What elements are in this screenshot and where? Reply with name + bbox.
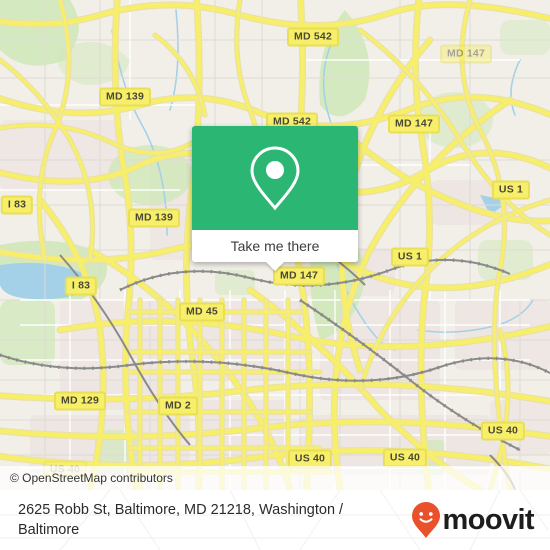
- road-shield: MD 45: [179, 302, 225, 322]
- road-shield: US 1: [390, 247, 430, 267]
- road-shield: US 40: [480, 421, 526, 441]
- road-shield: MD 139: [128, 208, 180, 228]
- moovit-smiley-pin-icon: [411, 502, 440, 538]
- road-shield: I 83: [0, 195, 34, 215]
- map-screenshot: .rd { stroke:#f7ef6a; stroke-linecap:rou…: [0, 0, 550, 550]
- road-shield: MD 147: [388, 114, 440, 134]
- address-label: 2625 Robb St, Baltimore, MD 21218, Washi…: [18, 502, 344, 538]
- road-shield: I 83: [64, 276, 98, 296]
- road-shield: MD 542: [287, 27, 339, 47]
- moovit-wordmark: moovit: [442, 504, 535, 536]
- place-card-header: [192, 126, 358, 230]
- map-pin-icon: [250, 146, 300, 211]
- take-me-there-button[interactable]: Take me there: [231, 238, 320, 254]
- card-pointer-tail: [266, 262, 284, 271]
- osm-attribution[interactable]: © OpenStreetMap contributors: [0, 466, 550, 490]
- place-card-popup[interactable]: Take me there: [192, 126, 358, 271]
- road-shield: MD 2: [158, 396, 198, 416]
- road-shield: US 40: [382, 448, 428, 468]
- road-shield: MD 129: [54, 391, 106, 411]
- place-card-footer[interactable]: Take me there: [192, 230, 358, 271]
- road-shield: US 1: [491, 180, 531, 200]
- road-shield: MD 147: [440, 44, 492, 64]
- footer-bar: 2625 Robb St, Baltimore, MD 21218, Washi…: [0, 490, 550, 550]
- moovit-logo[interactable]: moovit: [411, 501, 542, 539]
- road-shield: MD 139: [99, 87, 151, 107]
